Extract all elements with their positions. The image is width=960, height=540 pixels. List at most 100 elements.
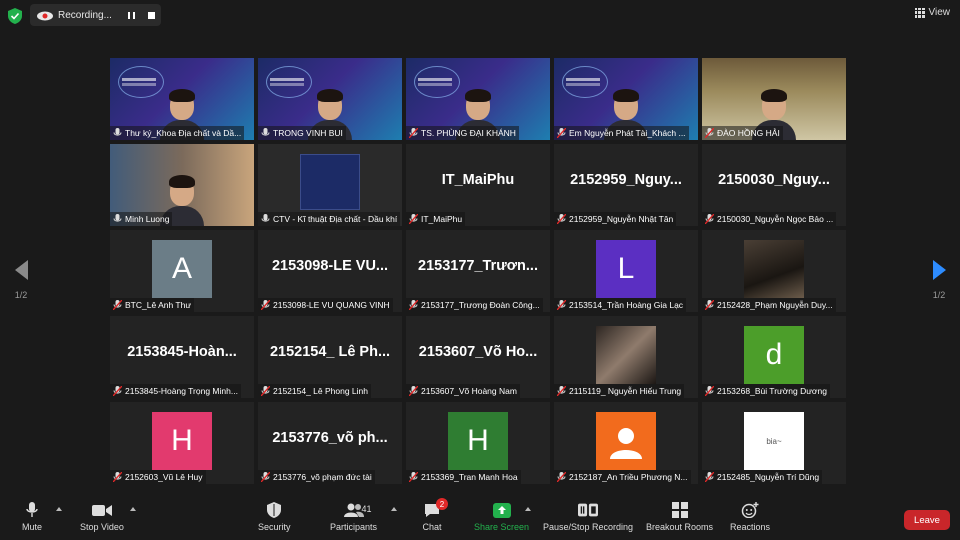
participant-tile[interactable]: 2150030_Nguy... 2150030_Nguyễn Ngọc Bảo .… xyxy=(702,144,846,226)
default-user-icon xyxy=(610,428,642,459)
participant-tile[interactable]: ĐÀO HỒNG HẢI xyxy=(702,58,846,140)
participant-name: 2150030_Nguyễn Ngọc Bảo ... xyxy=(717,214,834,224)
avatar xyxy=(596,412,656,470)
mic-muted-icon xyxy=(705,472,714,482)
profile-photo xyxy=(744,240,804,298)
stop-icon xyxy=(147,11,155,19)
security-shield-icon[interactable] xyxy=(8,8,22,24)
breakout-rooms-button[interactable]: Breakout Rooms xyxy=(646,502,713,532)
participant-tile[interactable]: Thư ký_Khoa Địa chất và Dầ... xyxy=(110,58,254,140)
participants-count: 41 xyxy=(361,504,372,514)
name-label: Em Nguyễn Phát Tài_Khách ... xyxy=(554,126,689,140)
participant-tile[interactable]: A BTC_Lê Anh Thư xyxy=(110,230,254,312)
participant-name: 2153845-Hoàng Trọng Minh... xyxy=(125,386,238,396)
participant-name: 2153369_Tran Manh Hoa xyxy=(421,472,518,482)
participant-name: 2152603_Vũ Lê Huy xyxy=(125,472,203,482)
participant-tile[interactable]: bia~ 2152485_Nguyễn Trí Dũng xyxy=(702,402,846,484)
stop-video-button[interactable]: Stop Video xyxy=(80,502,124,532)
arrow-left-icon xyxy=(14,260,28,280)
participant-tile[interactable]: TS. PHÙNG ĐẠI KHÁNH xyxy=(406,58,550,140)
participants-icon xyxy=(343,503,364,517)
participant-name: TRONG VINH BUI xyxy=(273,128,343,138)
mic-muted-icon xyxy=(261,472,270,482)
participant-tile[interactable]: Em Nguyễn Phát Tài_Khách ... xyxy=(554,58,698,140)
participant-tile[interactable]: 2152154_ Lê Ph... 2152154_ Lê Phong Linh xyxy=(258,316,402,398)
participant-tile[interactable]: 2153845-Hoàn... 2153845-Hoàng Trọng Minh.… xyxy=(110,316,254,398)
share-screen-button[interactable]: Share Screen xyxy=(474,502,529,532)
name-label: 2153514_Trần Hoàng Gia Lạc xyxy=(554,298,687,312)
name-label: ĐÀO HỒNG HẢI xyxy=(702,126,783,140)
mute-button[interactable]: Mute xyxy=(22,502,42,532)
participant-tile[interactable]: 2153776_võ ph... 2153776_võ phạm đức tài xyxy=(258,402,402,484)
participant-tile[interactable]: L 2153514_Trần Hoàng Gia Lạc xyxy=(554,230,698,312)
pause-recording-button[interactable] xyxy=(122,7,140,23)
previous-page-button[interactable]: 1/2 xyxy=(6,260,36,300)
participant-name: 2152428_Phạm Nguyễn Duy... xyxy=(717,300,833,310)
name-label: 2153177_Trương Đoàn Công... xyxy=(406,298,543,312)
pause-stop-icon xyxy=(578,503,599,517)
participant-tile[interactable]: 2153177_Trươn... 2153177_Trương Đoàn Công… xyxy=(406,230,550,312)
chat-button[interactable]: 2 Chat xyxy=(422,498,448,532)
participant-tile[interactable]: d 2153268_Bùi Trường Dương xyxy=(702,316,846,398)
name-label: TRONG VINH BUI xyxy=(258,126,346,140)
participants-options-caret-icon[interactable] xyxy=(391,507,397,511)
share-options-caret-icon[interactable] xyxy=(525,507,531,511)
shield-icon xyxy=(267,502,282,518)
participant-name: 2152485_Nguyễn Trí Dũng xyxy=(717,472,820,482)
sticker-caption: bia~ xyxy=(766,436,782,446)
participant-display-name: 2153177_Trươn... xyxy=(418,258,538,274)
participant-display-name: 2153776_võ ph... xyxy=(272,430,388,446)
pause-stop-recording-button[interactable]: Pause/Stop Recording xyxy=(543,502,633,532)
video-options-caret-icon[interactable] xyxy=(130,507,136,511)
participant-name: BTC_Lê Anh Thư xyxy=(125,300,192,310)
participant-name: CTV - Kĩ thuật Địa chất - Dầu khí xyxy=(273,214,398,224)
arrow-right-icon xyxy=(932,260,946,280)
participant-tile[interactable]: 2153098-LE VU... 2153098-LE VU QUANG VINH xyxy=(258,230,402,312)
name-label: BTC_Lê Anh Thư xyxy=(110,298,195,312)
participant-name: Em Nguyễn Phát Tài_Khách ... xyxy=(569,128,686,138)
participant-display-name: 2153607_Võ Ho... xyxy=(418,344,538,360)
participant-tile[interactable]: 2115119_ Nguyễn Hiếu Trung xyxy=(554,316,698,398)
name-label: 2150030_Nguyễn Ngọc Bảo ... xyxy=(702,212,837,226)
name-label: 2152603_Vũ Lê Huy xyxy=(110,470,206,484)
participant-name: IT_MaiPhu xyxy=(421,214,463,224)
participant-tile[interactable]: 2152959_Nguy... 2152959_Nguyễn Nhật Tân xyxy=(554,144,698,226)
leave-meeting-button[interactable]: Leave xyxy=(904,510,950,530)
name-label: 2152428_Phạm Nguyễn Duy... xyxy=(702,298,836,312)
stop-recording-button[interactable] xyxy=(142,7,160,23)
mic-muted-icon xyxy=(113,472,122,482)
name-label: 2153776_võ phạm đức tài xyxy=(258,470,375,484)
participant-tile[interactable]: 2152187_An Triều Phương N... xyxy=(554,402,698,484)
name-label: 2152959_Nguyễn Nhật Tân xyxy=(554,212,677,226)
participant-name: 2153098-LE VU QUANG VINH xyxy=(273,300,390,310)
mic-muted-icon xyxy=(557,214,566,224)
participant-tile[interactable]: 2152428_Phạm Nguyễn Duy... xyxy=(702,230,846,312)
participant-display-name: IT_MaiPhu xyxy=(441,172,515,188)
page-indicator-left: 1/2 xyxy=(14,290,28,300)
participant-display-name: 2153098-LE VU... xyxy=(271,258,389,274)
participant-tile[interactable]: CTV - Kĩ thuật Địa chất - Dầu khí xyxy=(258,144,402,226)
audio-options-caret-icon[interactable] xyxy=(56,507,62,511)
participant-tile[interactable]: Minh Luong xyxy=(110,144,254,226)
participant-tile[interactable]: 2153607_Võ Ho... 2153607_Võ Hoàng Nam xyxy=(406,316,550,398)
participant-name: 2153514_Trần Hoàng Gia Lạc xyxy=(569,300,684,310)
avatar-letter: L xyxy=(617,252,635,285)
reactions-button[interactable]: Reactions xyxy=(730,502,770,532)
mic-muted-icon xyxy=(261,386,270,396)
next-page-button[interactable]: 1/2 xyxy=(924,260,954,300)
participant-tile[interactable]: H 2152603_Vũ Lê Huy xyxy=(110,402,254,484)
name-label: 2152485_Nguyễn Trí Dũng xyxy=(702,470,823,484)
name-label: CTV - Kĩ thuật Địa chất - Dầu khí xyxy=(258,212,401,226)
view-button[interactable]: View xyxy=(914,7,951,18)
view-label: View xyxy=(928,7,951,18)
participant-tile[interactable]: IT_MaiPhu IT_MaiPhu xyxy=(406,144,550,226)
security-button[interactable]: Security xyxy=(258,502,291,532)
participant-name: 2152187_An Triều Phương N... xyxy=(569,472,688,482)
mic-on-icon xyxy=(113,214,122,222)
participants-button[interactable]: 41 Participants xyxy=(330,502,377,532)
avatar: H xyxy=(448,412,508,470)
participant-tile[interactable]: TRONG VINH BUI xyxy=(258,58,402,140)
participant-tile[interactable]: H 2153369_Tran Manh Hoa xyxy=(406,402,550,484)
avatar-letter: H xyxy=(171,424,193,457)
participant-name: 2153268_Bùi Trường Dương xyxy=(717,386,827,396)
